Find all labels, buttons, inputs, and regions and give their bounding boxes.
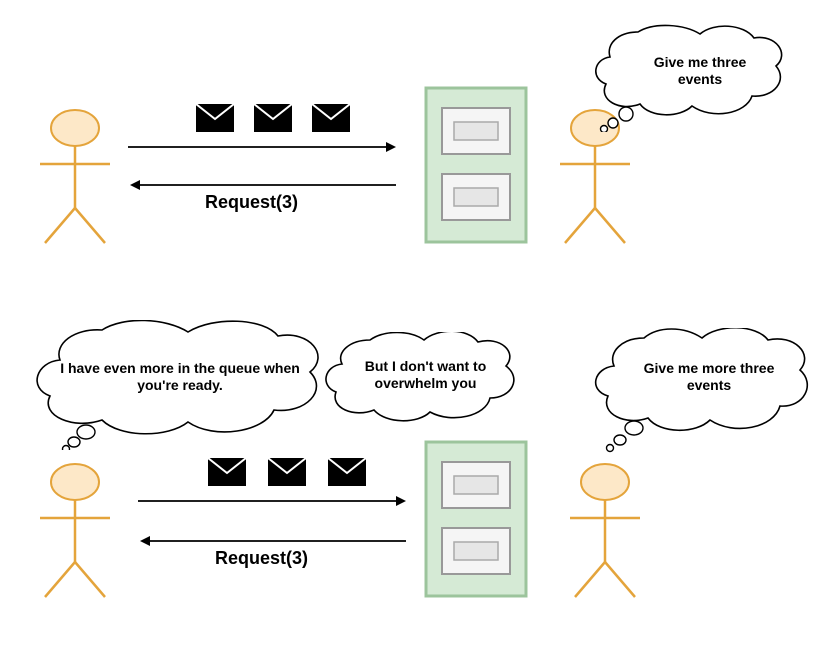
back-arrow-bottom xyxy=(138,534,408,548)
thought-text-bottom-right: Give me more three events xyxy=(634,360,784,394)
envelope-icon xyxy=(268,458,306,486)
thought-text-bottom-left-small: But I don't want to overwhelm you xyxy=(348,358,503,392)
request-label-bottom: Request(3) xyxy=(215,548,308,569)
thought-text-bottom-left-big: I have even more in the queue when you'r… xyxy=(60,360,300,394)
diagram: Request(3) Give me three events I have e… xyxy=(0,0,830,655)
forward-arrow-top xyxy=(128,140,398,154)
envelope-icon xyxy=(312,104,350,132)
envelope-icon xyxy=(196,104,234,132)
forward-arrow-bottom xyxy=(138,494,408,508)
envelope-icon xyxy=(328,458,366,486)
queue-box-top xyxy=(424,86,528,244)
queue-box-bottom xyxy=(424,440,528,598)
right-actor-bottom xyxy=(560,462,670,607)
thought-text-top-right: Give me three events xyxy=(640,54,760,88)
left-actor-top xyxy=(30,108,140,253)
left-actor-bottom xyxy=(30,462,140,607)
envelope-icon xyxy=(254,104,292,132)
request-label-top: Request(3) xyxy=(205,192,298,213)
envelope-icon xyxy=(208,458,246,486)
back-arrow-top xyxy=(128,178,398,192)
